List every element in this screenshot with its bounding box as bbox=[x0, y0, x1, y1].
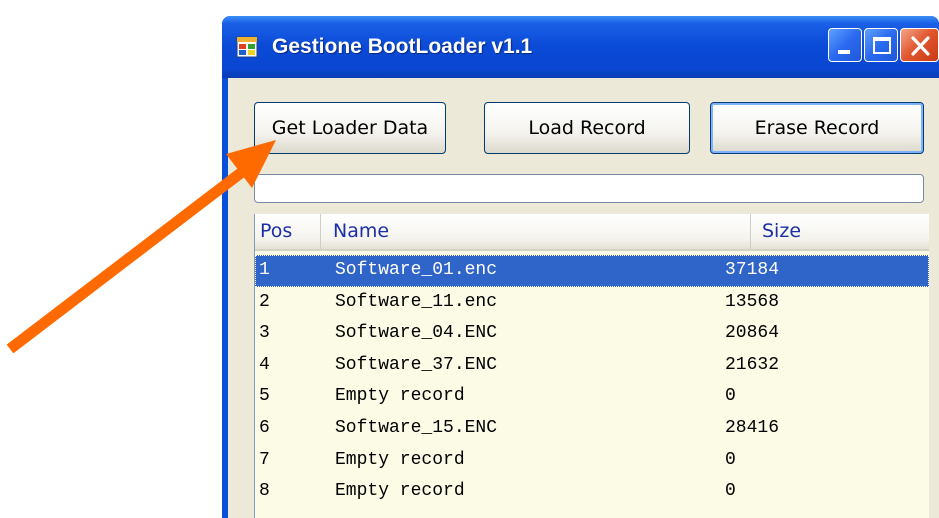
arrow-icon bbox=[6, 140, 276, 354]
